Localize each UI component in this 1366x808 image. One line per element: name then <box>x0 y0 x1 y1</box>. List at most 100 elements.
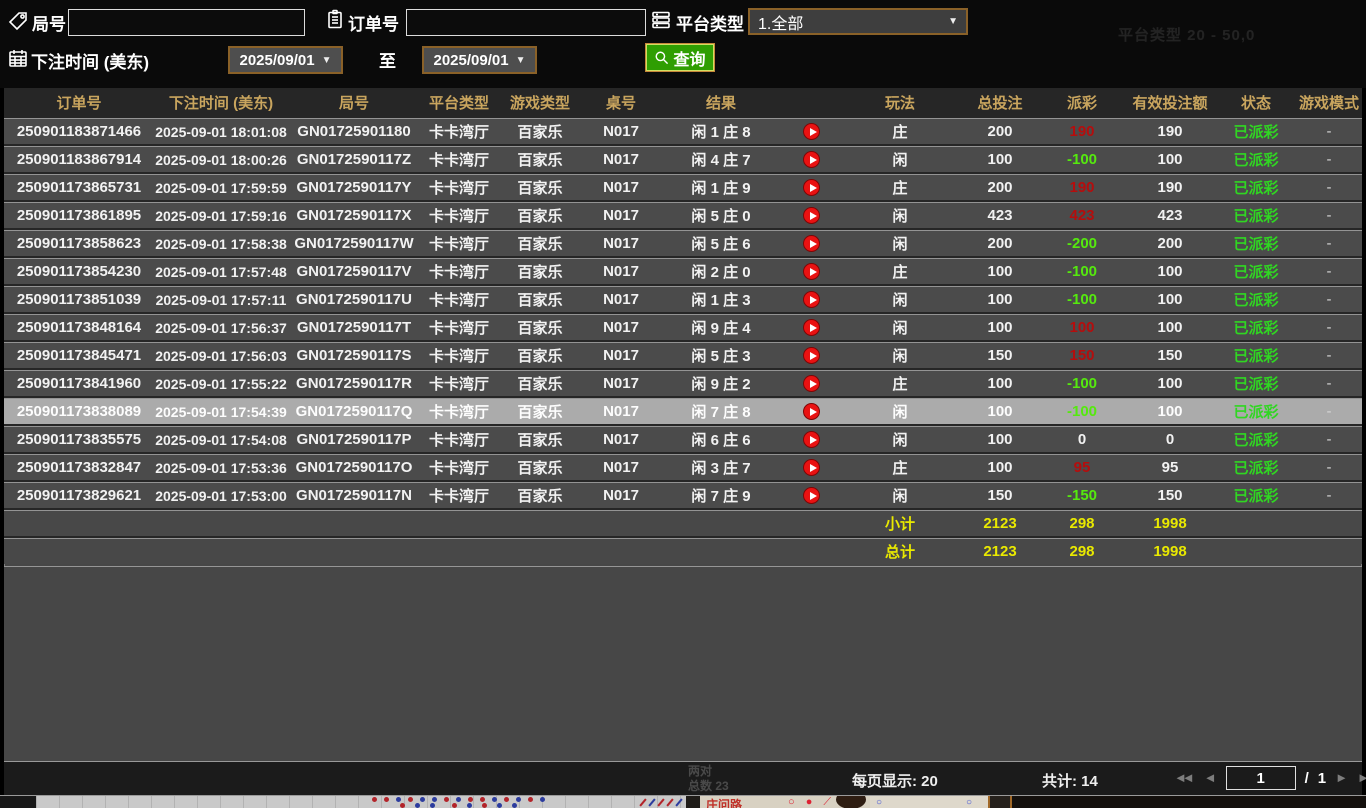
play-icon[interactable] <box>802 207 820 225</box>
cell-total-bet: 423 <box>987 207 1013 224</box>
header-valid-bet: 有效投注额 <box>1132 94 1208 112</box>
table-row[interactable]: 250901173848164 2025-09-01 17:56:37 GN01… <box>4 314 1362 340</box>
date-from-value: 2025/09/01 <box>239 51 315 69</box>
page-separator: / <box>1304 769 1309 787</box>
cell-bet-time: 2025-09-01 17:55:22 <box>155 375 287 392</box>
cell-payout: 100 <box>1069 319 1095 336</box>
cell-total-bet: 100 <box>987 375 1013 392</box>
cell-table-no: N017 <box>603 123 639 140</box>
table-row[interactable]: 250901183867914 2025-09-01 18:00:26 GN01… <box>4 146 1362 172</box>
cell-status: 已派彩 <box>1233 292 1279 309</box>
background-bleed-text: 总数 23 <box>688 779 729 793</box>
cell-play-type: 闲 <box>892 152 908 169</box>
cell-table-no: N017 <box>603 431 639 448</box>
cell-total-bet: 100 <box>987 319 1013 336</box>
cell-result: 闲 6 庄 6 <box>691 432 751 449</box>
table-row[interactable]: 250901173832847 2025-09-01 17:53:36 GN01… <box>4 454 1362 480</box>
cell-game-type: 百家乐 <box>517 320 563 337</box>
summary-rows: 小计 2123 298 1998 总计 2123 298 1998 <box>4 508 1362 564</box>
pagination-bar: 两对 总数 23 每页显示: 20 共计: 14 ◄◄ ◄ / 1 ► ►► <box>4 761 1366 795</box>
grand-total-valid-bet: 1998 <box>1153 543 1187 560</box>
table-row[interactable]: 250901173841960 2025-09-01 17:55:22 GN01… <box>4 370 1362 396</box>
cell-order-number: 250901173832847 <box>16 459 142 476</box>
date-from-select[interactable]: 2025/09/01 ▼ <box>228 46 343 74</box>
play-icon[interactable] <box>802 291 820 309</box>
cell-replay <box>782 263 840 281</box>
cell-play-type: 闲 <box>892 404 908 421</box>
first-page-button[interactable]: ◄◄ <box>1174 766 1195 790</box>
play-icon[interactable] <box>802 179 820 197</box>
table-row[interactable]: 250901173854230 2025-09-01 17:57:48 GN01… <box>4 258 1362 284</box>
cell-play-type: 闲 <box>892 236 908 253</box>
cell-total-bet: 200 <box>987 235 1013 252</box>
cell-bet-time: 2025-09-01 18:00:26 <box>155 151 287 168</box>
cell-game-type: 百家乐 <box>517 376 563 393</box>
prev-page-button[interactable]: ◄ <box>1204 766 1217 790</box>
play-icon[interactable] <box>802 403 820 421</box>
table-row[interactable]: 250901173829621 2025-09-01 17:53:00 GN01… <box>4 482 1362 508</box>
cell-bet-time: 2025-09-01 18:01:08 <box>155 123 287 140</box>
play-icon[interactable] <box>802 347 820 365</box>
platform-select[interactable]: 1.全部 ▼ <box>748 8 968 35</box>
last-page-button[interactable]: ►► <box>1357 766 1366 790</box>
cell-game-type: 百家乐 <box>517 404 563 421</box>
table-row[interactable]: 250901173838089 2025-09-01 17:54:39 GN01… <box>4 398 1362 424</box>
search-button[interactable]: 查询 <box>645 43 715 72</box>
table-row[interactable]: 250901173845471 2025-09-01 17:56:03 GN01… <box>4 342 1362 368</box>
cell-status: 已派彩 <box>1233 236 1279 253</box>
table-row[interactable]: 250901173861895 2025-09-01 17:59:16 GN01… <box>4 202 1362 228</box>
cell-game-mode: - <box>1326 123 1332 140</box>
cell-round-id: GN0172590117R <box>296 375 412 392</box>
cell-result: 闲 1 庄 9 <box>691 180 751 197</box>
cell-order-number: 250901173835575 <box>16 431 142 448</box>
roadmap-grid <box>36 796 686 808</box>
cell-result: 闲 5 庄 6 <box>691 236 751 253</box>
cell-replay <box>782 291 840 309</box>
round-id-input[interactable] <box>68 9 305 36</box>
table-row[interactable]: 250901173865731 2025-09-01 17:59:59 GN01… <box>4 174 1362 200</box>
play-icon[interactable] <box>802 235 820 253</box>
cell-round-id: GN0172590117W <box>294 235 414 252</box>
tag-icon <box>8 11 28 31</box>
banker-road-label: 庄问路 <box>706 798 743 808</box>
cell-replay <box>782 403 840 421</box>
background-game-strip: 庄问路 ○ ● ⟋ ○ ○ <box>0 795 1366 808</box>
cell-play-type: 庄 <box>892 124 908 141</box>
cell-order-number: 250901173854230 <box>16 263 142 280</box>
header-game-mode: 游戏模式 <box>1298 94 1359 112</box>
play-icon[interactable] <box>802 263 820 281</box>
cell-status: 已派彩 <box>1233 348 1279 365</box>
play-icon[interactable] <box>802 319 820 337</box>
table-row[interactable]: 250901173858623 2025-09-01 17:58:38 GN01… <box>4 230 1362 256</box>
records-table-panel: 订单号 下注时间 (美东) 局号 平台类型 游戏类型 桌号 结果 玩法 总投注 … <box>0 88 1366 795</box>
order-id-input[interactable] <box>406 9 646 36</box>
table-row[interactable]: 250901173851039 2025-09-01 17:57:11 GN01… <box>4 286 1362 312</box>
cell-bet-time: 2025-09-01 17:57:48 <box>155 263 287 280</box>
next-page-button[interactable]: ► <box>1335 766 1348 790</box>
cell-bet-time: 2025-09-01 17:54:39 <box>155 403 287 420</box>
platform-selected-value: 1.全部 <box>758 15 804 33</box>
cell-replay <box>782 375 840 393</box>
cell-payout: -200 <box>1066 235 1098 252</box>
cell-payout: -100 <box>1066 403 1098 420</box>
cell-bet-time: 2025-09-01 17:56:37 <box>155 319 287 336</box>
chevron-down-icon: ▼ <box>515 54 526 66</box>
table-row[interactable]: 250901183871466 2025-09-01 18:01:08 GN01… <box>4 118 1362 144</box>
page-input[interactable] <box>1225 766 1296 790</box>
play-icon[interactable] <box>802 459 820 477</box>
play-icon[interactable] <box>802 375 820 393</box>
cell-replay <box>782 207 840 225</box>
cell-total-bet: 100 <box>987 431 1013 448</box>
cell-game-mode: - <box>1326 375 1332 392</box>
play-icon[interactable] <box>802 151 820 169</box>
play-icon[interactable] <box>802 123 820 141</box>
date-to-select[interactable]: 2025/09/01 ▼ <box>422 46 537 74</box>
table-row[interactable]: 250901173835575 2025-09-01 17:54:08 GN01… <box>4 426 1362 452</box>
order-id-label: 订单号 <box>348 15 399 34</box>
play-icon[interactable] <box>802 431 820 449</box>
cell-play-type: 庄 <box>892 460 908 477</box>
cell-payout: 190 <box>1069 179 1095 196</box>
cell-table-no: N017 <box>603 207 639 224</box>
cell-bet-time: 2025-09-01 17:59:59 <box>155 179 287 196</box>
play-icon[interactable] <box>802 487 820 505</box>
